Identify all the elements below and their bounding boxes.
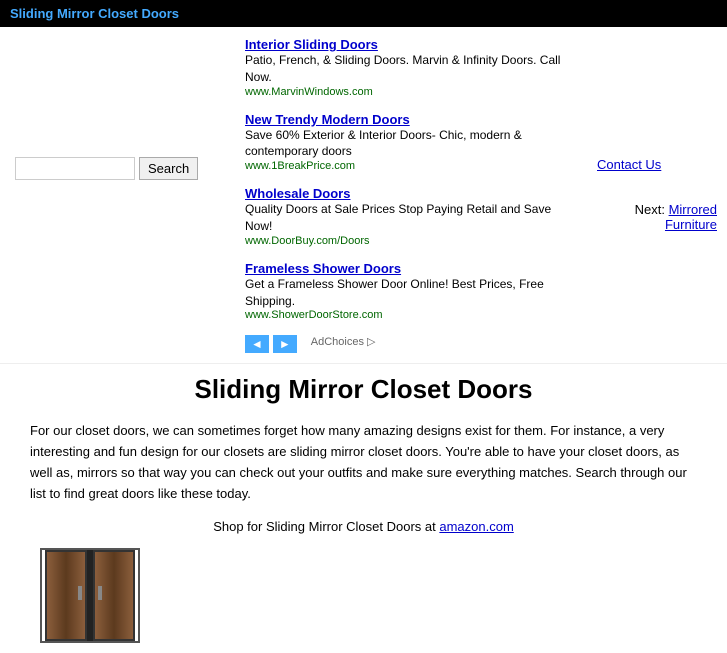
ad-choices-label: AdChoices ▷ bbox=[311, 335, 376, 353]
search-input[interactable] bbox=[15, 157, 135, 180]
shop-line: Shop for Sliding Mirror Closet Doors at … bbox=[30, 519, 697, 534]
shop-prefix: Shop for Sliding Mirror Closet Doors at bbox=[213, 519, 439, 534]
product-area bbox=[30, 548, 697, 643]
ad-url: www.1BreakPrice.com bbox=[245, 160, 577, 172]
left-sidebar: Search bbox=[0, 27, 240, 363]
content-area: Sliding Mirror Closet Doors For our clos… bbox=[0, 363, 727, 652]
ad-url: www.ShowerDoorStore.com bbox=[245, 309, 577, 321]
ad-desc: Get a Frameless Shower Door Online! Best… bbox=[245, 276, 577, 310]
door-image bbox=[40, 548, 140, 643]
next-label: Next: bbox=[635, 202, 665, 217]
right-sidebar: Contact Us Next: Mirrored Furniture bbox=[587, 27, 727, 363]
door-handle-right bbox=[98, 586, 102, 600]
shop-amazon-link[interactable]: amazon.com bbox=[439, 519, 513, 534]
contact-us-link[interactable]: Contact Us bbox=[597, 157, 717, 172]
ad-desc: Save 60% Exterior & Interior Doors- Chic… bbox=[245, 127, 577, 161]
door-panel-right bbox=[93, 550, 135, 641]
ad-item: Frameless Shower Doors Get a Frameless S… bbox=[245, 261, 577, 322]
search-box: Search bbox=[15, 157, 225, 180]
ad-title[interactable]: Wholesale Doors bbox=[245, 186, 577, 201]
ad-item: New Trendy Modern Doors Save 60% Exterio… bbox=[245, 112, 577, 173]
ad-title[interactable]: Frameless Shower Doors bbox=[245, 261, 577, 276]
ad-item: Interior Sliding Doors Patio, French, & … bbox=[245, 37, 577, 98]
ad-url: www.MarvinWindows.com bbox=[245, 86, 577, 98]
next-link[interactable]: Mirrored Furniture bbox=[665, 202, 717, 232]
ad-title[interactable]: Interior Sliding Doors bbox=[245, 37, 577, 52]
ad-title[interactable]: New Trendy Modern Doors bbox=[245, 112, 577, 127]
page-description: For our closet doors, we can sometimes f… bbox=[30, 421, 697, 504]
ads-section: Interior Sliding Doors Patio, French, & … bbox=[240, 27, 587, 363]
ad-prev-button[interactable]: ◄ bbox=[245, 335, 269, 353]
ad-desc: Quality Doors at Sale Prices Stop Paying… bbox=[245, 201, 577, 235]
door-handle-left bbox=[78, 586, 82, 600]
header-title-link[interactable]: Sliding Mirror Closet Doors bbox=[10, 6, 179, 21]
ad-desc: Patio, French, & Sliding Doors. Marvin &… bbox=[245, 52, 577, 86]
next-link-wrapper: Next: Mirrored Furniture bbox=[597, 202, 717, 232]
page-heading: Sliding Mirror Closet Doors bbox=[30, 374, 697, 405]
door-panel-left bbox=[45, 550, 87, 641]
header-bar: Sliding Mirror Closet Doors bbox=[0, 0, 727, 27]
ad-next-button[interactable]: ► bbox=[273, 335, 297, 353]
ad-item: Wholesale Doors Quality Doors at Sale Pr… bbox=[245, 186, 577, 247]
top-section: Search Interior Sliding Doors Patio, Fre… bbox=[0, 27, 727, 363]
ad-navigation: ◄ ► AdChoices ▷ bbox=[245, 335, 577, 353]
ad-url: www.DoorBuy.com/Doors bbox=[245, 235, 577, 247]
search-button[interactable]: Search bbox=[139, 157, 198, 180]
